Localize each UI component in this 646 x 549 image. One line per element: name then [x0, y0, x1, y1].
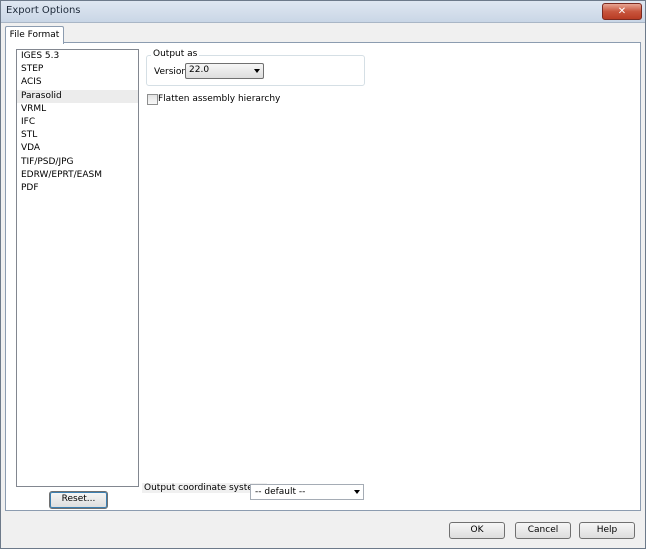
list-item-iges[interactable]: IGES 5.3: [17, 50, 138, 63]
file-format-panel: IGES 5.3 STEP ACIS Parasolid VRML IFC ST…: [5, 42, 641, 511]
tab-file-format[interactable]: File Format: [5, 26, 64, 44]
flatten-hierarchy-checkbox[interactable]: [147, 94, 158, 105]
list-item-parasolid[interactable]: Parasolid: [17, 89, 138, 103]
coordinate-system-value: -- default --: [255, 487, 306, 497]
coordinate-system-label: Output coordinate system:: [142, 483, 267, 493]
list-item-edrw[interactable]: EDRW/EPRT/EASM: [17, 169, 138, 182]
chevron-down-icon: [254, 69, 260, 73]
help-button[interactable]: Help: [579, 522, 635, 539]
reset-button[interactable]: Reset...: [49, 491, 108, 509]
chevron-down-icon: [354, 490, 360, 494]
flatten-hierarchy-label[interactable]: Flatten assembly hierarchy: [158, 94, 280, 104]
close-icon: ✕: [617, 6, 627, 17]
title-bar[interactable]: Export Options ✕: [1, 1, 645, 23]
export-options-dialog: Export Options ✕ File Format IGES 5.3 ST…: [0, 0, 646, 549]
list-item-acis[interactable]: ACIS: [17, 76, 138, 89]
list-item-step[interactable]: STEP: [17, 63, 138, 76]
version-dropdown[interactable]: 22.0: [185, 63, 264, 79]
list-item-ifc[interactable]: IFC: [17, 116, 138, 129]
list-item-tif-psd-jpg[interactable]: TIF/PSD/JPG: [17, 156, 138, 169]
cancel-button[interactable]: Cancel: [515, 522, 571, 539]
list-item-vda[interactable]: VDA: [17, 142, 138, 155]
output-as-label: Output as: [151, 49, 200, 59]
window-title: Export Options: [6, 5, 81, 16]
close-button[interactable]: ✕: [602, 3, 642, 20]
list-item-vrml[interactable]: VRML: [17, 103, 138, 116]
ok-button[interactable]: OK: [449, 522, 505, 539]
format-list[interactable]: IGES 5.3 STEP ACIS Parasolid VRML IFC ST…: [16, 49, 139, 487]
version-value: 22.0: [189, 65, 210, 75]
list-item-pdf[interactable]: PDF: [17, 182, 138, 195]
coordinate-system-dropdown[interactable]: -- default --: [250, 484, 364, 500]
list-item-stl[interactable]: STL: [17, 129, 138, 142]
